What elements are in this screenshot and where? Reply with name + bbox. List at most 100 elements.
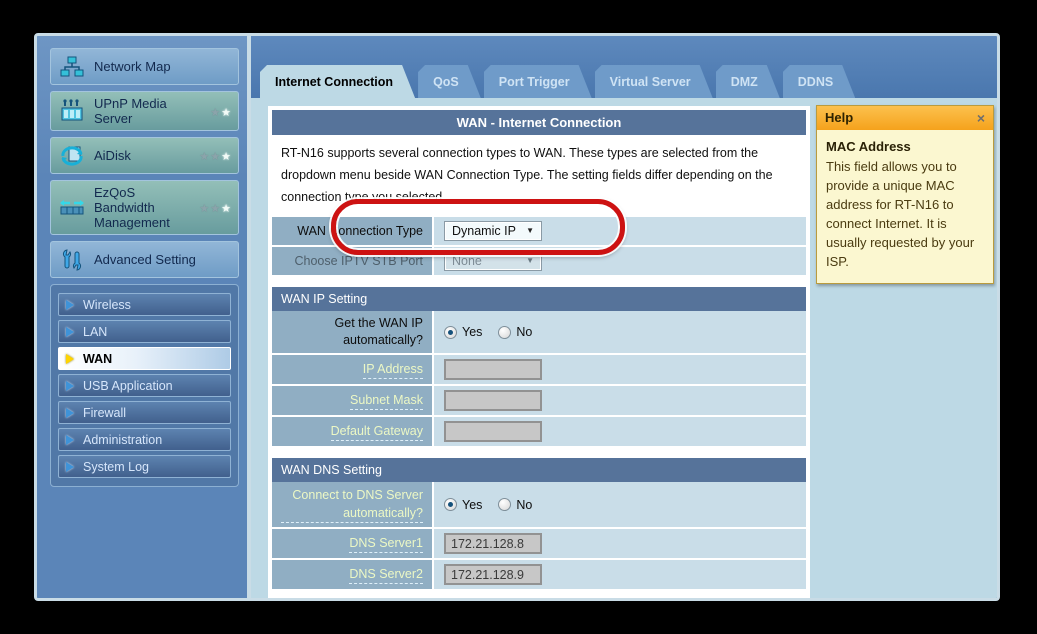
radio-no[interactable]: No xyxy=(498,325,532,339)
help-text: This field allows you to provide a uniqu… xyxy=(826,157,984,271)
tab-bar: Internet Connection QoS Port Trigger Vir… xyxy=(251,36,997,98)
tab-qos[interactable]: QoS xyxy=(418,65,481,98)
tab-virtual-server[interactable]: Virtual Server xyxy=(595,65,713,98)
default-gateway-input xyxy=(444,421,542,442)
ip-address-label-link[interactable]: IP Address xyxy=(363,361,423,379)
dns-server2-row: DNS Server2 xyxy=(272,560,806,591)
sidebar-item-label: Network Map xyxy=(94,59,171,74)
radio-yes[interactable]: Yes xyxy=(444,325,482,339)
dns-server1-label-link[interactable]: DNS Server1 xyxy=(349,535,423,553)
radio-button-icon[interactable] xyxy=(444,326,457,339)
iptv-stb-port-row: Choose IPTV STB Port None ▼ xyxy=(272,247,806,277)
bandwidth-icon xyxy=(58,195,85,221)
radio-label: No xyxy=(516,498,532,512)
sidebar-item-advanced-setting[interactable]: Advanced Setting xyxy=(50,241,239,278)
sidebar-item-ezqos[interactable]: EzQoS Bandwidth Management xyxy=(50,180,239,235)
wan-connection-type-row: WAN Connection Type Dynamic IP ▼ xyxy=(272,217,806,247)
arrow-right-icon xyxy=(66,435,74,445)
arrow-right-icon xyxy=(66,327,74,337)
radio-label: Yes xyxy=(462,498,482,512)
setup-steps-stars xyxy=(199,200,231,215)
close-icon[interactable]: × xyxy=(977,111,985,125)
help-panel-header: Help × xyxy=(817,106,993,130)
get-wan-ip-auto-radios: Yes No xyxy=(444,325,532,339)
radio-label: No xyxy=(516,325,532,339)
wan-settings-panel: WAN - Internet Connection RT-N16 support… xyxy=(268,106,810,601)
connect-dns-auto-radios: Yes No xyxy=(444,498,532,512)
wan-connection-type-select[interactable]: Dynamic IP ▼ xyxy=(444,221,542,241)
iptv-stb-port-label: Choose IPTV STB Port xyxy=(272,247,434,275)
dns-server1-row: DNS Server1 xyxy=(272,529,806,560)
sidebar-item-label: LAN xyxy=(83,325,107,339)
sidebar-item-usb-application[interactable]: USB Application xyxy=(58,374,231,397)
sidebar-item-upnp-media-server[interactable]: UPnP Media Server xyxy=(50,91,239,131)
arrow-right-icon xyxy=(66,408,74,418)
sidebar-item-label: Administration xyxy=(83,433,162,447)
help-title: Help xyxy=(825,110,853,125)
content-area: Internet Connection QoS Port Trigger Vir… xyxy=(251,36,997,598)
sidebar-item-label: EzQoS Bandwidth Management xyxy=(94,185,190,230)
chevron-down-icon: ▼ xyxy=(526,227,534,235)
subnet-mask-label-link[interactable]: Subnet Mask xyxy=(350,392,423,410)
tab-port-trigger[interactable]: Port Trigger xyxy=(484,65,592,98)
sidebar-item-label: Wireless xyxy=(83,298,131,312)
aidisk-icon xyxy=(58,143,85,169)
connect-dns-auto-row: Connect to DNS Server automatically? Yes… xyxy=(272,482,806,529)
setup-steps-stars xyxy=(199,148,231,163)
wan-connection-type-label: WAN Connection Type xyxy=(272,217,434,245)
radio-label: Yes xyxy=(462,325,482,339)
tab-ddns[interactable]: DDNS xyxy=(783,65,855,98)
sidebar-item-label: WAN xyxy=(83,352,112,366)
sidebar-item-label: AiDisk xyxy=(94,148,131,163)
sidebar-item-wireless[interactable]: Wireless xyxy=(58,293,231,316)
subnet-mask-row: Subnet Mask xyxy=(272,386,806,417)
radio-button-icon[interactable] xyxy=(444,498,457,511)
sidebar-item-lan[interactable]: LAN xyxy=(58,320,231,343)
dns-server2-label-link[interactable]: DNS Server2 xyxy=(349,566,423,584)
default-gateway-label-link[interactable]: Default Gateway xyxy=(331,423,423,441)
radio-button-icon[interactable] xyxy=(498,498,511,511)
tab-internet-connection[interactable]: Internet Connection xyxy=(260,65,415,98)
selected-option: Dynamic IP xyxy=(452,224,516,238)
sidebar-item-system-log[interactable]: System Log xyxy=(58,455,231,478)
ip-address-row: IP Address xyxy=(272,355,806,386)
media-server-icon xyxy=(58,98,85,124)
sidebar-item-aidisk[interactable]: AiDisk xyxy=(50,137,239,174)
chevron-down-icon: ▼ xyxy=(526,257,534,265)
sidebar-item-label: USB Application xyxy=(83,379,173,393)
sidebar-item-network-map[interactable]: Network Map xyxy=(50,48,239,85)
arrow-right-icon xyxy=(66,354,74,364)
radio-yes[interactable]: Yes xyxy=(444,498,482,512)
sidebar-item-administration[interactable]: Administration xyxy=(58,428,231,451)
connection-type-table: WAN Connection Type Dynamic IP ▼ Choose … xyxy=(272,217,806,277)
sidebar-item-wan[interactable]: WAN xyxy=(58,347,231,370)
sidebar-item-label: Advanced Setting xyxy=(94,252,196,267)
arrow-right-icon xyxy=(66,381,74,391)
sidebar-item-label: Firewall xyxy=(83,406,126,420)
radio-no[interactable]: No xyxy=(498,498,532,512)
tab-dmz[interactable]: DMZ xyxy=(716,65,780,98)
ip-address-input xyxy=(444,359,542,380)
setup-steps-stars xyxy=(210,104,231,119)
page-body: WAN - Internet Connection RT-N16 support… xyxy=(251,98,997,598)
iptv-stb-port-select: None ▼ xyxy=(444,251,542,271)
sidebar: Network Map UPnP Media Server AiDisk EzQ… xyxy=(37,36,251,598)
default-gateway-row: Default Gateway xyxy=(272,417,806,448)
sidebar-item-label: UPnP Media Server xyxy=(94,96,201,126)
subnet-mask-input xyxy=(444,390,542,411)
get-wan-ip-auto-label: Get the WAN IP automatically? xyxy=(272,311,434,353)
dns-server2-input xyxy=(444,564,542,585)
dns-server1-input xyxy=(444,533,542,554)
radio-button-icon[interactable] xyxy=(498,326,511,339)
help-panel: Help × MAC Address This field allows you… xyxy=(816,105,994,284)
network-map-icon xyxy=(58,54,85,80)
connect-dns-auto-label-link[interactable]: Connect to DNS Server automatically? xyxy=(281,486,423,523)
sidebar-item-firewall[interactable]: Firewall xyxy=(58,401,231,424)
help-heading: MAC Address xyxy=(826,137,984,156)
advanced-setting-submenu: Wireless LAN WAN USB Application Firewal… xyxy=(50,284,239,487)
arrow-right-icon xyxy=(66,300,74,310)
sidebar-item-label: System Log xyxy=(83,460,149,474)
arrow-right-icon xyxy=(66,462,74,472)
page-description: RT-N16 supports several connection types… xyxy=(272,135,806,217)
wrench-icon xyxy=(58,247,85,273)
